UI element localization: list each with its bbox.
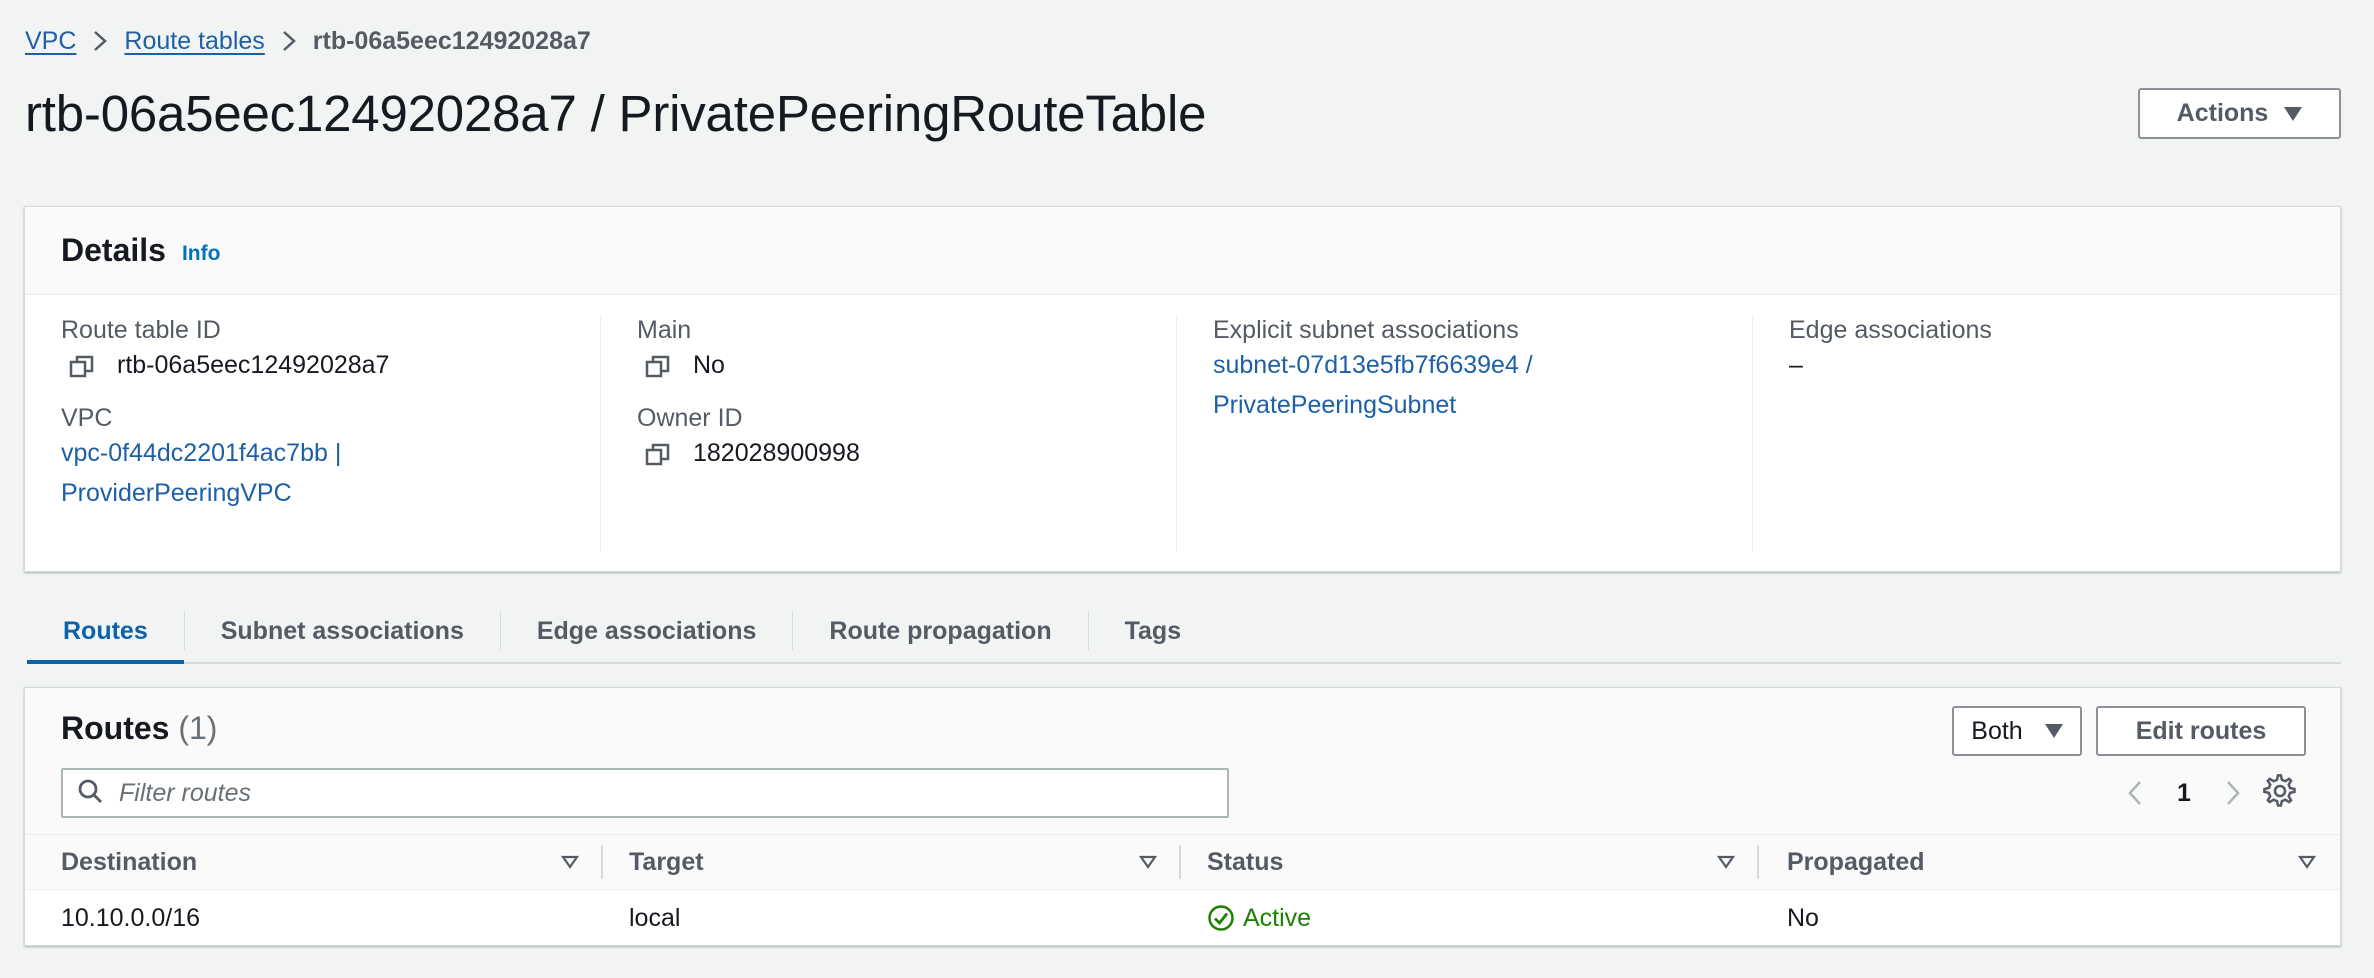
tab-route-propagation[interactable]: Route propagation: [793, 600, 1087, 662]
edge-associations-field: Edge associations –: [1789, 315, 2329, 385]
tab-tags[interactable]: Tags: [1089, 600, 1218, 662]
column-header-label: Status: [1207, 847, 1284, 876]
explicit-subnet-associations-field: Explicit subnet associations subnet-07d1…: [1213, 315, 1752, 425]
details-column-3: Explicit subnet associations subnet-07d1…: [1177, 315, 1753, 551]
details-columns: Route table ID rtb-06a5eec12492028a7 VPC…: [25, 315, 2340, 551]
filter-routes-field[interactable]: [61, 768, 1229, 818]
copy-icon[interactable]: [645, 440, 671, 466]
main-label: Main: [637, 316, 692, 344]
column-header-propagated[interactable]: Propagated: [1759, 835, 2340, 889]
routes-panel: Routes (1) Both Edit routes 1: [24, 687, 2341, 946]
column-header-label: Destination: [61, 847, 198, 876]
cell-status: Active: [1181, 904, 1759, 933]
route-filter-label: Both: [1971, 716, 2023, 745]
tab-bar: Routes Subnet associations Edge associat…: [27, 600, 2341, 664]
tab-subnet-associations[interactable]: Subnet associations: [185, 600, 500, 662]
table-header: Destination Target Status Propagated: [25, 834, 2340, 890]
main-field: Main No: [637, 315, 1176, 385]
owner-id-label: Owner ID: [637, 404, 743, 432]
cell-target: local: [629, 903, 681, 932]
routes-title-row: Routes (1): [61, 710, 217, 747]
caret-down-icon: [2044, 724, 2063, 738]
column-header-status[interactable]: Status: [1181, 835, 1759, 889]
sort-caret-icon: [561, 855, 579, 869]
owner-id-field: Owner ID 182028900998: [637, 403, 1176, 473]
details-column-2: Main No Owner ID 182028900998: [601, 315, 1177, 551]
routes-count: (1): [178, 710, 218, 746]
vpc-link-line2: ProviderPeeringVPC: [61, 479, 292, 507]
sort-caret-icon: [1717, 855, 1735, 869]
breadcrumb-route-tables-link[interactable]: Route tables: [124, 27, 264, 56]
edge-associations-label: Edge associations: [1789, 316, 1992, 344]
details-panel: Details Info Route table ID rtb-06a5eec1…: [24, 206, 2341, 572]
details-header: Details Info: [25, 207, 2340, 295]
owner-id-value: 182028900998: [693, 439, 860, 467]
routes-title: Routes: [61, 710, 170, 746]
route-table-id-value-row: rtb-06a5eec12492028a7: [61, 345, 600, 385]
subnet-link[interactable]: subnet-07d13e5fb7f6639e4 / PrivatePeerin…: [1213, 345, 1752, 425]
breadcrumb-vpc-link[interactable]: VPC: [25, 27, 76, 56]
edge-associations-value: –: [1789, 351, 1803, 379]
main-value: No: [693, 351, 725, 379]
chevron-left-icon[interactable]: [2115, 779, 2155, 807]
page-number[interactable]: 1: [2155, 779, 2213, 808]
actions-button-label: Actions: [2176, 99, 2269, 127]
tab-edge-associations[interactable]: Edge associations: [501, 600, 793, 662]
details-title: Details: [61, 232, 166, 268]
routes-table: Destination Target Status Propagated 10.…: [25, 834, 2340, 946]
table-row: 10.10.0.0/16 local Active No: [25, 890, 2340, 946]
column-header-label: Target: [629, 847, 704, 876]
check-circle-icon: [1208, 905, 1234, 931]
copy-icon[interactable]: [645, 352, 671, 378]
route-table-id-label: Route table ID: [61, 316, 221, 344]
search-icon: [77, 778, 103, 809]
actions-button[interactable]: Actions: [2138, 88, 2341, 139]
cell-propagated: No: [1787, 903, 1819, 932]
subnet-link-line2: PrivatePeeringSubnet: [1213, 391, 1457, 419]
route-table-id-value: rtb-06a5eec12492028a7: [117, 351, 390, 379]
filter-routes-input[interactable]: [117, 777, 1197, 809]
route-table-id-field: Route table ID rtb-06a5eec12492028a7: [61, 315, 600, 385]
column-header-label: Propagated: [1787, 847, 1925, 876]
details-column-4: Edge associations –: [1753, 315, 2329, 551]
breadcrumb-current: rtb-06a5eec12492028a7: [312, 26, 591, 55]
main-value-row: No: [637, 345, 1176, 385]
copy-icon[interactable]: [69, 352, 95, 378]
chevron-right-icon: [265, 29, 313, 53]
chevron-right-icon: [76, 29, 124, 53]
vpc-label: VPC: [61, 404, 113, 432]
cell-destination: 10.10.0.0/16: [61, 903, 201, 932]
status-indicator: Active: [1207, 904, 1311, 933]
vpc-field: VPC vpc-0f44dc2201f4ac7bb | ProviderPeer…: [61, 403, 600, 513]
tab-routes[interactable]: Routes: [27, 600, 184, 664]
vpc-link-line1: vpc-0f44dc2201f4ac7bb |: [61, 439, 342, 467]
info-link[interactable]: Info: [182, 242, 220, 266]
caret-down-icon: [2284, 106, 2303, 121]
column-header-destination[interactable]: Destination: [25, 835, 603, 889]
breadcrumb: VPC Route tables rtb-06a5eec12492028a7: [25, 22, 591, 60]
edit-routes-label: Edit routes: [2135, 716, 2267, 745]
vpc-link[interactable]: vpc-0f44dc2201f4ac7bb | ProviderPeeringV…: [61, 433, 600, 513]
explicit-subnet-associations-label: Explicit subnet associations: [1213, 316, 1519, 344]
details-column-1: Route table ID rtb-06a5eec12492028a7 VPC…: [25, 315, 601, 551]
edit-routes-button[interactable]: Edit routes: [2096, 706, 2306, 756]
column-header-target[interactable]: Target: [603, 835, 1181, 889]
owner-id-value-row: 182028900998: [637, 433, 1176, 473]
page-title: rtb-06a5eec12492028a7 / PrivatePeeringRo…: [25, 85, 1207, 142]
pagination: 1: [2115, 768, 2253, 818]
sort-caret-icon: [2298, 855, 2316, 869]
chevron-right-icon[interactable]: [2213, 779, 2253, 807]
routes-header: Routes (1) Both Edit routes 1: [25, 688, 2340, 834]
route-filter-dropdown[interactable]: Both: [1952, 706, 2082, 756]
status-text: Active: [1243, 903, 1312, 932]
gear-icon[interactable]: [2263, 774, 2297, 813]
subnet-link-line1: subnet-07d13e5fb7f6639e4 /: [1213, 351, 1533, 379]
sort-caret-icon: [1139, 855, 1157, 869]
